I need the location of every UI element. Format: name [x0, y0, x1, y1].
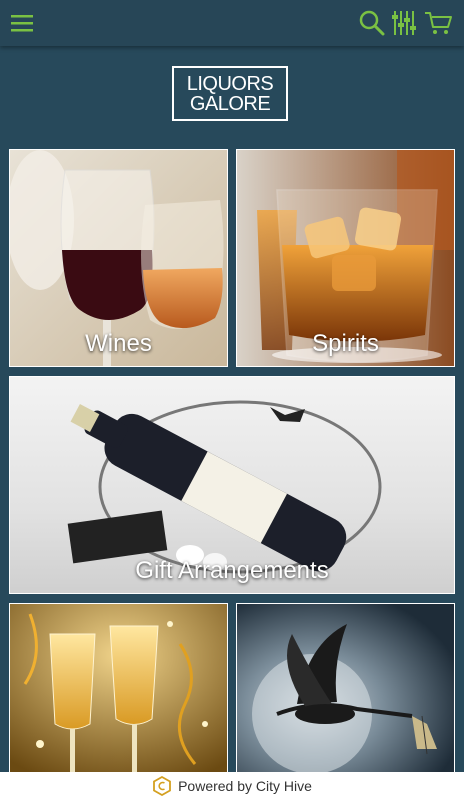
- logo-line-2: GALORE: [189, 92, 271, 115]
- cart-icon: [425, 12, 452, 34]
- category-tile-spirits[interactable]: Spirits: [236, 149, 455, 367]
- filter-icon: [392, 11, 416, 35]
- category-tile-champagne[interactable]: [9, 603, 228, 773]
- stork-image: [237, 604, 454, 772]
- footer-powered-by-text[interactable]: Powered by City Hive: [178, 778, 312, 794]
- category-tile-gift-arrangements[interactable]: Gift Arrangements: [9, 376, 455, 594]
- store-logo: LIQUORS GALORE: [172, 66, 288, 121]
- champagne-image: [10, 604, 227, 772]
- filter-button[interactable]: [388, 7, 420, 39]
- tile-label-gift-arrangements: Gift Arrangements: [135, 557, 329, 584]
- app-header: [0, 0, 464, 46]
- footer-bar: Powered by City Hive: [0, 772, 464, 800]
- category-tile-wines[interactable]: Wines: [9, 149, 228, 367]
- category-tile-new-baby[interactable]: [236, 603, 455, 773]
- search-button[interactable]: [356, 7, 388, 39]
- menu-icon: [11, 15, 33, 32]
- cart-button[interactable]: [422, 7, 454, 39]
- search-icon: [359, 10, 385, 36]
- menu-button[interactable]: [6, 7, 38, 39]
- tile-label-spirits: Spirits: [312, 330, 379, 357]
- logo-line-1: LIQUORS: [186, 72, 274, 95]
- tile-label-wines: Wines: [85, 330, 152, 357]
- city-hive-logo-icon: [153, 776, 171, 796]
